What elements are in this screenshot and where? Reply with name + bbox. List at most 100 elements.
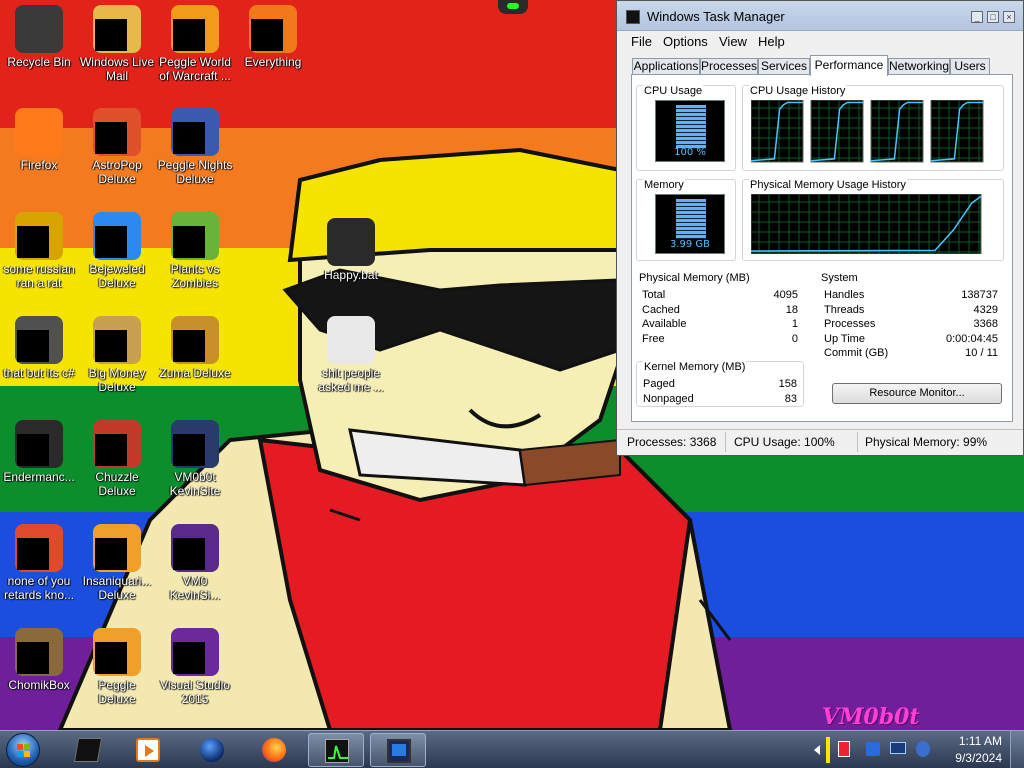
censor-block bbox=[95, 122, 127, 154]
cpu-history-graphs bbox=[751, 100, 984, 163]
recycle-bin-icon bbox=[15, 5, 63, 53]
desktop-icon[interactable]: Zuma Deluxe bbox=[156, 316, 234, 380]
desktop-icon[interactable]: Peggle Deluxe bbox=[78, 628, 156, 706]
menu-help[interactable]: Help bbox=[758, 34, 785, 49]
system-title: System bbox=[820, 272, 859, 284]
task-manager-icon bbox=[325, 739, 349, 763]
start-button[interactable] bbox=[6, 733, 40, 767]
tray-network-icon[interactable] bbox=[866, 742, 880, 756]
censor-block bbox=[173, 226, 205, 258]
desktop-icon[interactable]: Bejeweled Deluxe bbox=[78, 212, 156, 290]
taskbar-console-button[interactable] bbox=[60, 733, 116, 767]
window-title: Windows Task Manager bbox=[647, 9, 785, 24]
tab-strip: Applications Processes Services Performa… bbox=[632, 55, 1012, 76]
stats-label: Up Time bbox=[824, 332, 865, 345]
system-group: System Handles 138737 Threads 4329 Processes… bbox=[818, 272, 1004, 365]
tab-users[interactable]: Users bbox=[950, 58, 990, 75]
menu-bar: File Options View Help bbox=[617, 31, 1023, 51]
censor-block bbox=[173, 434, 205, 466]
tab-performance[interactable]: Performance bbox=[810, 55, 888, 76]
desktop-icon[interactable]: VM0 KevinSi... bbox=[156, 524, 234, 602]
taskbar-media-player-button[interactable] bbox=[120, 733, 176, 767]
kernel-memory-group: Kernel Memory (MB) Paged 158 Nonpaged 83 bbox=[636, 361, 804, 407]
menu-view[interactable]: View bbox=[719, 34, 747, 49]
resource-monitor-button[interactable]: Resource Monitor... bbox=[832, 383, 1002, 404]
stats-value: 1 bbox=[791, 318, 798, 331]
taskbar-task-manager-button[interactable] bbox=[308, 733, 364, 767]
menu-options[interactable]: Options bbox=[663, 34, 708, 49]
desktop-icon[interactable]: Recycle Bin bbox=[0, 5, 78, 69]
stats-row: Available 1 bbox=[642, 318, 798, 332]
desktop-icon[interactable]: VM0b0t KevinSite bbox=[156, 420, 234, 498]
cpu-usage-meter: 100 % bbox=[655, 100, 725, 162]
clock-date[interactable]: 9/3/2024 bbox=[955, 751, 1002, 765]
desktop-icon-label: Visual Studio 2015 bbox=[160, 678, 230, 706]
desktop-icon[interactable]: Firefox bbox=[0, 108, 78, 172]
censor-block bbox=[95, 330, 127, 362]
title-bar[interactable]: Windows Task Manager _ □ × bbox=[617, 1, 1023, 31]
desktop-icon-label: none of you retards kno... bbox=[3, 574, 75, 602]
chuzzle-icon bbox=[93, 420, 141, 468]
search-icon bbox=[249, 5, 297, 53]
tab-processes[interactable]: Processes bbox=[700, 58, 758, 75]
desktop-icon[interactable]: Peggle World of Warcraft ... bbox=[156, 5, 234, 83]
stats-label: Free bbox=[642, 332, 665, 345]
stats-value: 0 bbox=[791, 332, 798, 345]
window-icon bbox=[15, 316, 63, 364]
status-physical-memory: Physical Memory: 99% bbox=[865, 435, 988, 449]
stats-row: Cached 18 bbox=[642, 304, 798, 318]
app-icon bbox=[15, 212, 63, 260]
show-desktop-button[interactable] bbox=[1010, 731, 1024, 768]
peggle-icon bbox=[93, 628, 141, 676]
desktop-icon[interactable]: some russian ran a rat bbox=[0, 212, 78, 290]
desktop-icon[interactable]: that but its c# bbox=[0, 316, 78, 380]
stats-row: Commit (GB) 10 / 11 bbox=[824, 347, 998, 361]
taskbar-globe-button[interactable] bbox=[184, 733, 240, 767]
desktop-icon-label: Firefox bbox=[20, 158, 58, 172]
maximize-icon[interactable]: □ bbox=[987, 11, 999, 23]
tray-app-icon[interactable] bbox=[838, 741, 850, 757]
stats-value: 10 / 11 bbox=[965, 347, 998, 360]
stats-row: Handles 138737 bbox=[824, 289, 998, 303]
desktop-icon-label: Peggle Deluxe bbox=[98, 678, 136, 706]
desktop-icon[interactable]: Insaniquari... Deluxe bbox=[78, 524, 156, 602]
desktop-icon[interactable]: Plants vs Zombies bbox=[156, 212, 234, 290]
desktop-icon[interactable]: Windows Live Mail bbox=[78, 5, 156, 83]
stats-value: 4329 bbox=[973, 303, 998, 316]
stats-row: Processes 3368 bbox=[824, 318, 998, 332]
desktop-icon[interactable]: Peggle Nights Deluxe bbox=[156, 108, 234, 186]
show-hidden-icons-icon[interactable] bbox=[814, 745, 820, 755]
tray-monitor-icon[interactable] bbox=[890, 742, 906, 754]
task-manager-window[interactable]: Windows Task Manager _ □ × File Options … bbox=[616, 0, 1024, 456]
desktop-icon[interactable]: Big Money Deluxe bbox=[78, 316, 156, 394]
top-emblem-icon bbox=[498, 0, 528, 14]
taskbar-firefox-button[interactable] bbox=[246, 733, 302, 767]
cpu-core-history-graph bbox=[930, 100, 984, 163]
close-icon[interactable]: × bbox=[1003, 11, 1015, 23]
stats-value: 138737 bbox=[961, 289, 998, 301]
desktop-icon[interactable]: Endermanc... bbox=[0, 420, 78, 484]
gem-icon bbox=[93, 212, 141, 260]
desktop-icon[interactable]: Everything bbox=[234, 5, 312, 69]
desktop-icon[interactable]: Visual Studio 2015 bbox=[156, 628, 234, 706]
censor-block bbox=[173, 19, 205, 51]
taskbar-remote-desktop-button[interactable] bbox=[370, 733, 426, 767]
desktop-icon[interactable]: Chuzzle Deluxe bbox=[78, 420, 156, 498]
tab-networking[interactable]: Networking bbox=[888, 58, 950, 75]
minimize-icon[interactable]: _ bbox=[971, 11, 983, 23]
desktop-icon[interactable]: none of you retards kno... bbox=[0, 524, 78, 602]
desktop-icon[interactable]: Happy.bat bbox=[312, 218, 390, 282]
tray-speaker-icon[interactable] bbox=[916, 741, 930, 757]
taskbar: 1:11 AM 9/3/2024 bbox=[0, 730, 1024, 768]
peggle-icon bbox=[171, 108, 219, 156]
memory-value: 3.99 GB bbox=[669, 239, 711, 250]
desktop-icon[interactable]: AstroPop Deluxe bbox=[78, 108, 156, 186]
tab-applications[interactable]: Applications bbox=[632, 58, 700, 75]
menu-file[interactable]: File bbox=[631, 34, 652, 49]
desktop-icon[interactable]: ChomikBox bbox=[0, 628, 78, 692]
stats-value: 83 bbox=[784, 392, 797, 405]
censor-block bbox=[173, 330, 205, 362]
clock-time[interactable]: 1:11 AM bbox=[959, 734, 1002, 748]
tab-services[interactable]: Services bbox=[758, 58, 810, 75]
desktop-icon[interactable]: shit people asked me ... bbox=[312, 316, 390, 394]
